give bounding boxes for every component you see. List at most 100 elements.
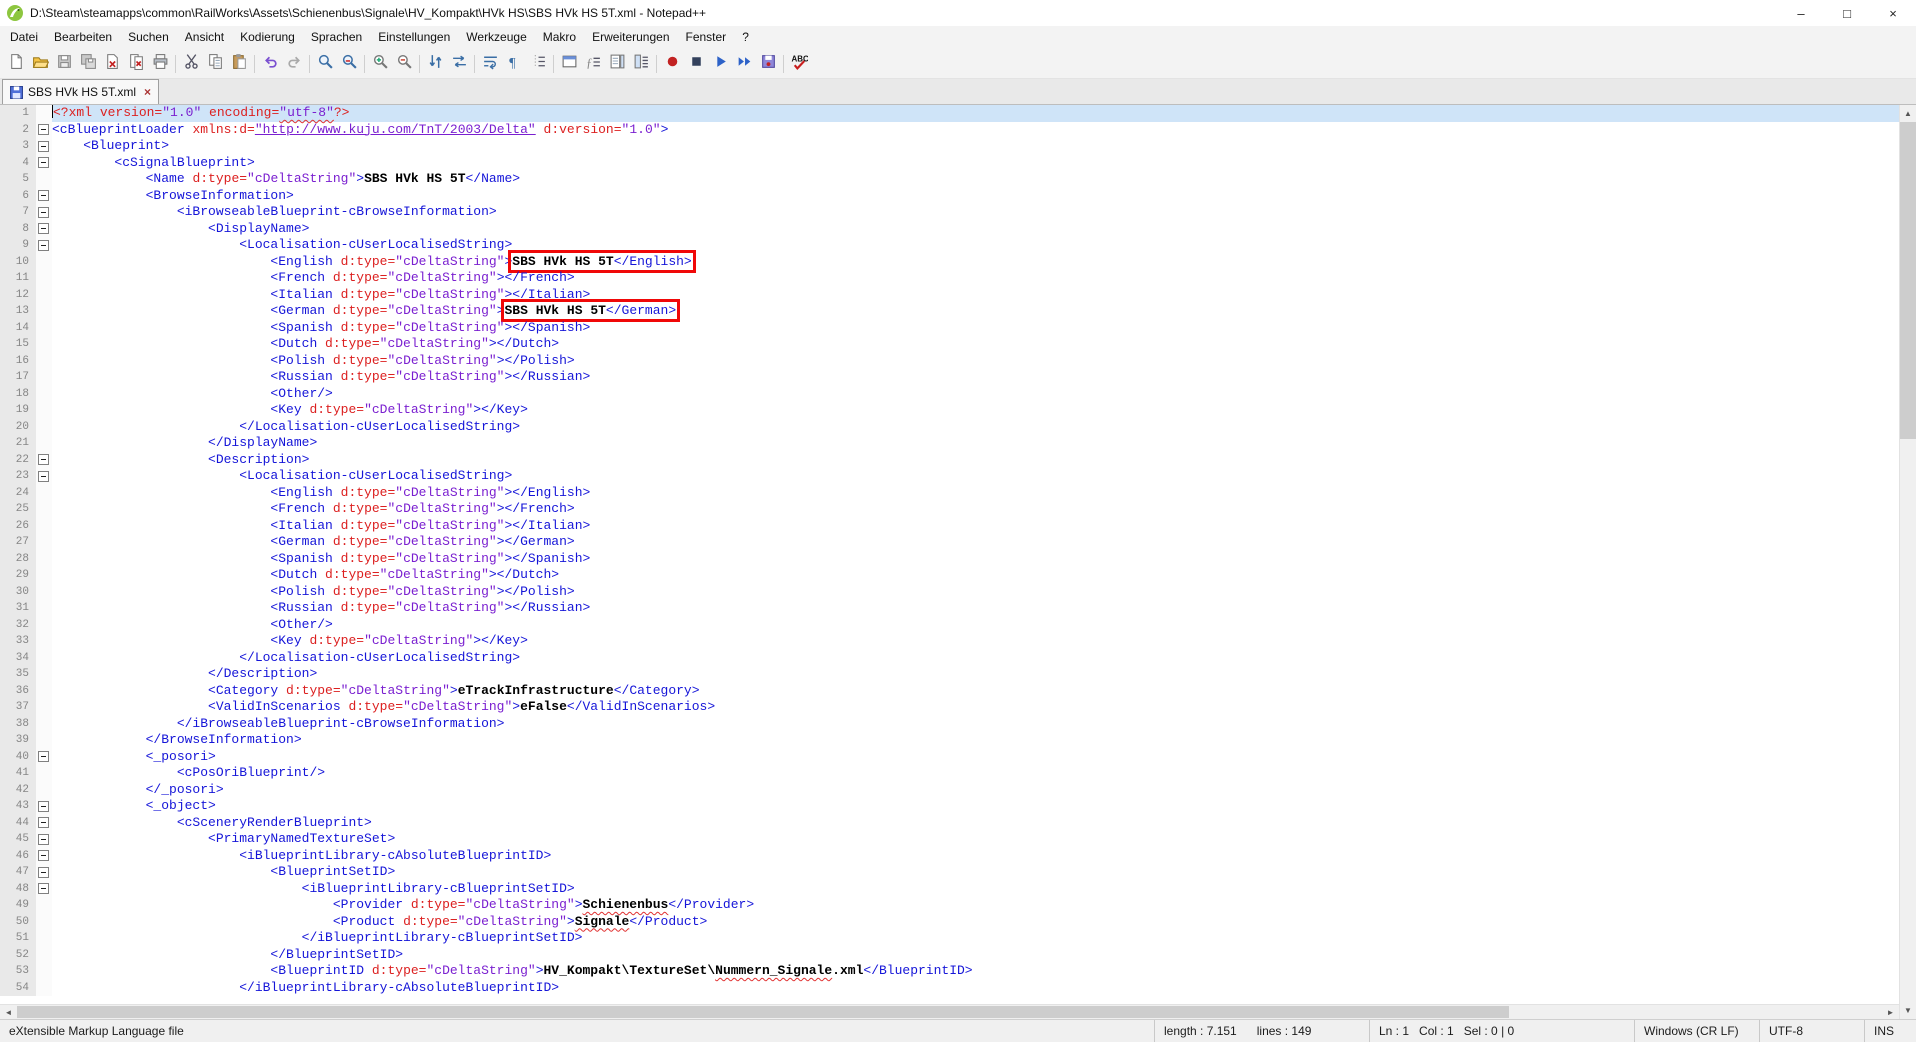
line-number[interactable]: 37 <box>0 699 36 716</box>
code-line[interactable]: 11 <French d:type="cDeltaString"></Frenc… <box>0 270 1899 287</box>
show-indent-guide-button[interactable] <box>526 52 550 76</box>
line-number[interactable]: 24 <box>0 485 36 502</box>
document-map-button[interactable] <box>605 52 629 76</box>
line-number[interactable]: 13 <box>0 303 36 320</box>
code-line[interactable]: 4 <cSignalBlueprint> <box>0 155 1899 172</box>
menu-item-werkzeuge[interactable]: Werkzeuge <box>458 26 534 49</box>
code-line[interactable]: 35 </Description> <box>0 666 1899 683</box>
line-number[interactable]: 9 <box>0 237 36 254</box>
code-line-text[interactable]: <cBlueprintLoader xmlns:d="http://www.ku… <box>52 122 1899 139</box>
code-line-text[interactable]: </DisplayName> <box>52 435 1899 452</box>
code-line-text[interactable]: <Dutch d:type="cDeltaString"></Dutch> <box>52 567 1899 584</box>
code-line-text[interactable]: <BlueprintID d:type="cDeltaString">HV_Ko… <box>52 963 1899 980</box>
fold-collapse-icon[interactable] <box>38 751 49 762</box>
word-wrap-button[interactable] <box>478 52 502 76</box>
fold-marker[interactable] <box>36 155 52 172</box>
code-line-text[interactable]: <Localisation-cUserLocalisedString> <box>52 237 1899 254</box>
menu-item-makro[interactable]: Makro <box>535 26 584 49</box>
menu-item-bearbeiten[interactable]: Bearbeiten <box>46 26 120 49</box>
code-line[interactable]: 37 <ValidInScenarios d:type="cDeltaStrin… <box>0 699 1899 716</box>
code-line-text[interactable]: <iBlueprintLibrary-cAbsoluteBlueprintID> <box>52 848 1899 865</box>
code-line[interactable]: 26 <Italian d:type="cDeltaString"></Ital… <box>0 518 1899 535</box>
line-number[interactable]: 50 <box>0 914 36 931</box>
fold-marker[interactable] <box>36 468 52 485</box>
menu-item-sprachen[interactable]: Sprachen <box>303 26 370 49</box>
line-number[interactable]: 22 <box>0 452 36 469</box>
code-line-text[interactable]: </Description> <box>52 666 1899 683</box>
scroll-right-icon[interactable]: ► <box>1882 1005 1899 1019</box>
code-line-text[interactable]: <Other/> <box>52 617 1899 634</box>
code-line-text[interactable]: <Key d:type="cDeltaString"></Key> <box>52 633 1899 650</box>
code-line[interactable]: 30 <Polish d:type="cDeltaString"></Polis… <box>0 584 1899 601</box>
save-recorded-macro-button[interactable] <box>756 52 780 76</box>
fold-collapse-icon[interactable] <box>38 240 49 251</box>
fold-collapse-icon[interactable] <box>38 223 49 234</box>
fold-collapse-icon[interactable] <box>38 207 49 218</box>
zoom-in-button[interactable] <box>368 52 392 76</box>
vertical-scroll-track[interactable] <box>1900 122 1916 1002</box>
fold-collapse-icon[interactable] <box>38 157 49 168</box>
run-macro-multiple-times-button[interactable] <box>732 52 756 76</box>
code-line[interactable]: 38 </iBrowseableBlueprint-cBrowseInforma… <box>0 716 1899 733</box>
code-line[interactable]: 23 <Localisation-cUserLocalisedString> <box>0 468 1899 485</box>
function-list-button[interactable]: ƒ <box>581 52 605 76</box>
code-line-text[interactable]: </Localisation-cUserLocalisedString> <box>52 419 1899 436</box>
user-defined-dialog-button[interactable] <box>557 52 581 76</box>
line-number[interactable]: 16 <box>0 353 36 370</box>
editor-text-area[interactable]: 1<?xml version="1.0" encoding="utf-8"?>2… <box>0 105 1899 1004</box>
code-line-text[interactable]: <Blueprint> <box>52 138 1899 155</box>
code-line-text[interactable]: <iBlueprintLibrary-cBlueprintSetID> <box>52 881 1899 898</box>
line-number[interactable]: 35 <box>0 666 36 683</box>
horizontal-scrollbar-thumb[interactable] <box>17 1006 1509 1018</box>
code-line[interactable]: 39 </BrowseInformation> <box>0 732 1899 749</box>
line-number[interactable]: 26 <box>0 518 36 535</box>
code-line-text[interactable]: <English d:type="cDeltaString"></English… <box>52 485 1899 502</box>
code-line[interactable]: 19 <Key d:type="cDeltaString"></Key> <box>0 402 1899 419</box>
line-number[interactable]: 6 <box>0 188 36 205</box>
code-line[interactable]: 10 <English d:type="cDeltaString">SBS HV… <box>0 254 1899 271</box>
find-button[interactable] <box>313 52 337 76</box>
code-line[interactable]: 12 <Italian d:type="cDeltaString"></Ital… <box>0 287 1899 304</box>
code-line[interactable]: 53 <BlueprintID d:type="cDeltaString">HV… <box>0 963 1899 980</box>
fold-collapse-icon[interactable] <box>38 867 49 878</box>
code-line[interactable]: 32 <Other/> <box>0 617 1899 634</box>
code-line-text[interactable]: </iBlueprintLibrary-cAbsoluteBlueprintID… <box>52 980 1899 997</box>
code-line[interactable]: 16 <Polish d:type="cDeltaString"></Polis… <box>0 353 1899 370</box>
vertical-scrollbar[interactable]: ▲ ▼ <box>1899 105 1916 1019</box>
code-line-text[interactable]: <Polish d:type="cDeltaString"></Polish> <box>52 353 1899 370</box>
line-number[interactable]: 42 <box>0 782 36 799</box>
code-line-text[interactable]: <cPosOriBlueprint/> <box>52 765 1899 782</box>
line-number[interactable]: 18 <box>0 386 36 403</box>
line-number[interactable]: 27 <box>0 534 36 551</box>
code-line[interactable]: 17 <Russian d:type="cDeltaString"></Russ… <box>0 369 1899 386</box>
fold-collapse-icon[interactable] <box>38 834 49 845</box>
scroll-down-icon[interactable]: ▼ <box>1900 1002 1916 1019</box>
code-line-text[interactable]: <Other/> <box>52 386 1899 403</box>
line-number[interactable]: 32 <box>0 617 36 634</box>
new-file-button[interactable] <box>4 52 28 76</box>
line-number[interactable]: 19 <box>0 402 36 419</box>
fold-marker[interactable] <box>36 188 52 205</box>
line-number[interactable]: 49 <box>0 897 36 914</box>
zoom-out-button[interactable] <box>392 52 416 76</box>
code-line[interactable]: 18 <Other/> <box>0 386 1899 403</box>
fold-collapse-icon[interactable] <box>38 850 49 861</box>
line-number[interactable]: 15 <box>0 336 36 353</box>
sync-horizontal-scrolling-button[interactable] <box>447 52 471 76</box>
fold-marker[interactable] <box>36 452 52 469</box>
code-line-text[interactable]: <Spanish d:type="cDeltaString"></Spanish… <box>52 320 1899 337</box>
fold-marker[interactable] <box>36 221 52 238</box>
code-line[interactable]: 51 </iBlueprintLibrary-cBlueprintSetID> <box>0 930 1899 947</box>
fold-marker[interactable] <box>36 831 52 848</box>
horizontal-scroll-track[interactable] <box>17 1005 1882 1019</box>
document-list-button[interactable] <box>629 52 653 76</box>
redo-button[interactable] <box>282 52 306 76</box>
code-line[interactable]: 48 <iBlueprintLibrary-cBlueprintSetID> <box>0 881 1899 898</box>
stop-macro-button[interactable] <box>684 52 708 76</box>
code-line[interactable]: 25 <French d:type="cDeltaString"></Frenc… <box>0 501 1899 518</box>
code-line-text[interactable]: </Localisation-cUserLocalisedString> <box>52 650 1899 667</box>
print-button[interactable] <box>148 52 172 76</box>
code-line[interactable]: 21 </DisplayName> <box>0 435 1899 452</box>
fold-collapse-icon[interactable] <box>38 883 49 894</box>
code-line[interactable]: 49 <Provider d:type="cDeltaString">Schie… <box>0 897 1899 914</box>
